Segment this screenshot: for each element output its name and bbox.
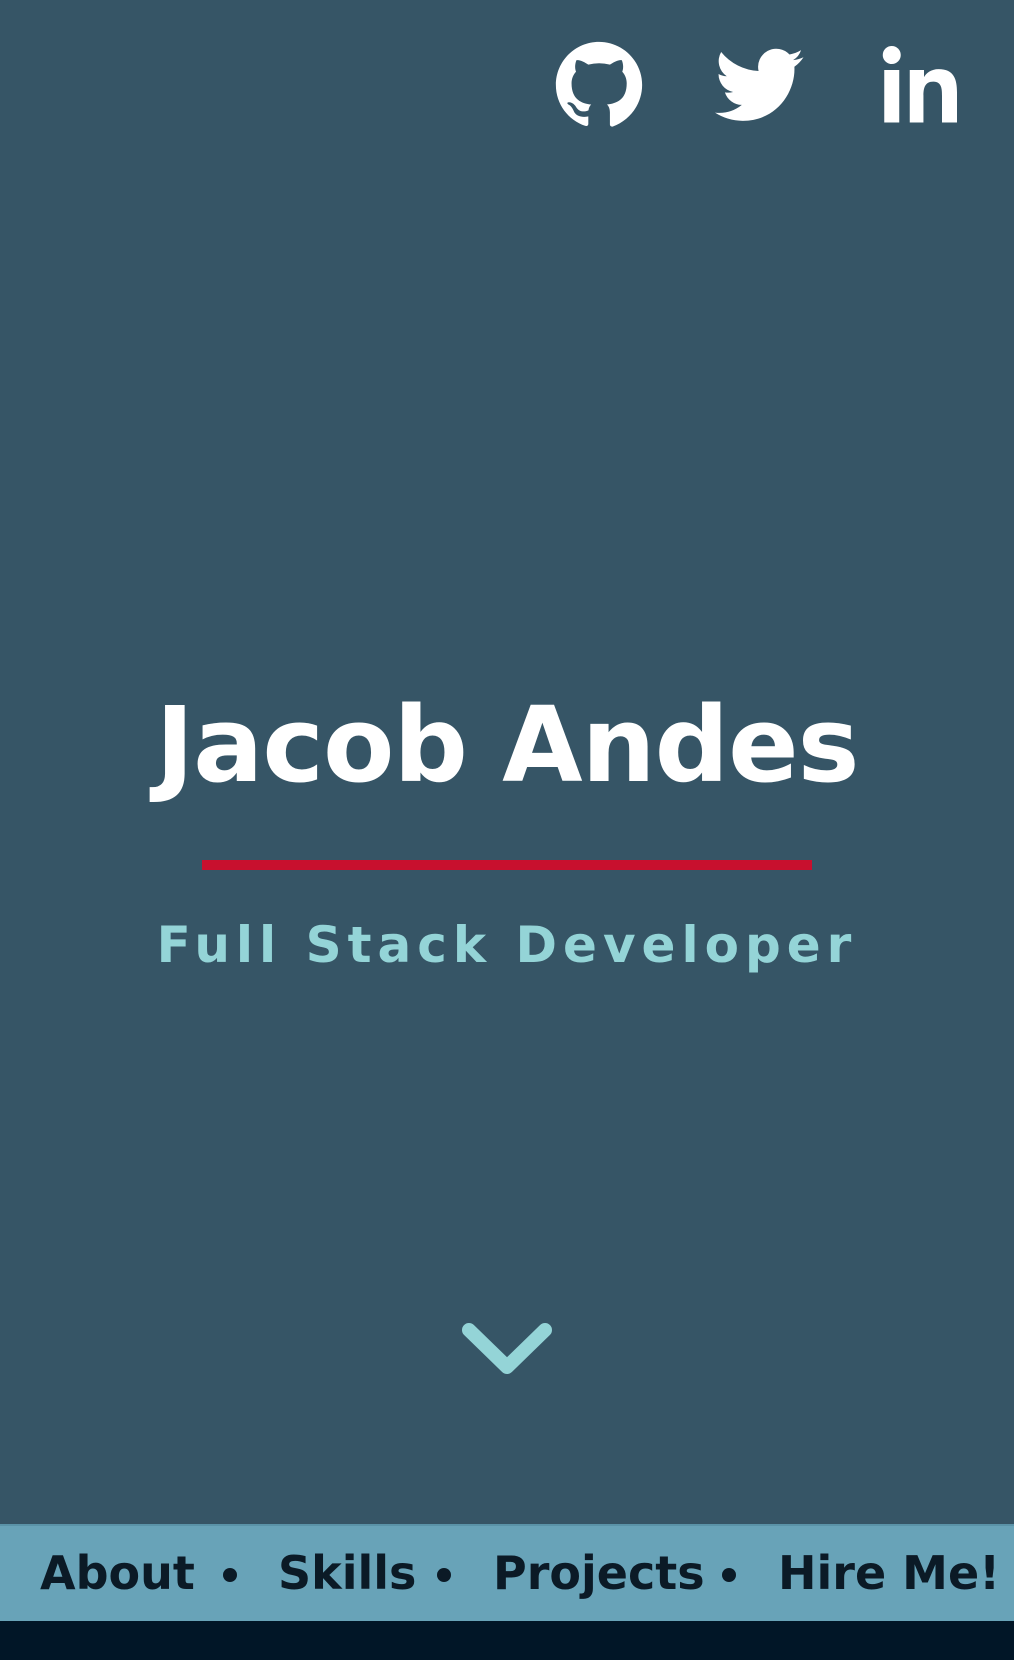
scroll-down-button[interactable] (457, 1315, 557, 1390)
hero-divider (202, 860, 812, 870)
github-link[interactable] (554, 40, 644, 130)
nav-separator (722, 1568, 736, 1582)
nav-item-projects[interactable]: Projects (493, 1526, 705, 1623)
nav-item-hire-me[interactable]: Hire Me! (778, 1526, 1000, 1623)
hero-name: Jacob Andes (155, 684, 859, 806)
chevron-down-icon (457, 1315, 557, 1390)
footer-strip (0, 1621, 1014, 1660)
twitter-icon (715, 40, 805, 130)
twitter-link[interactable] (715, 40, 805, 130)
landing-page: Jacob Andes Full Stack Developer About S… (0, 0, 1014, 1660)
nav-separator (223, 1568, 237, 1582)
nav-separator (437, 1568, 451, 1582)
social-links (0, 40, 1014, 130)
bottom-nav: About Skills Projects Hire Me! (0, 1524, 1014, 1621)
nav-item-skills[interactable]: Skills (278, 1526, 416, 1623)
linkedin-link[interactable] (876, 40, 966, 130)
nav-item-about[interactable]: About (40, 1526, 195, 1623)
linkedin-icon (876, 40, 966, 130)
hero-job-title: Full Stack Developer (156, 916, 858, 974)
github-icon (554, 40, 644, 130)
